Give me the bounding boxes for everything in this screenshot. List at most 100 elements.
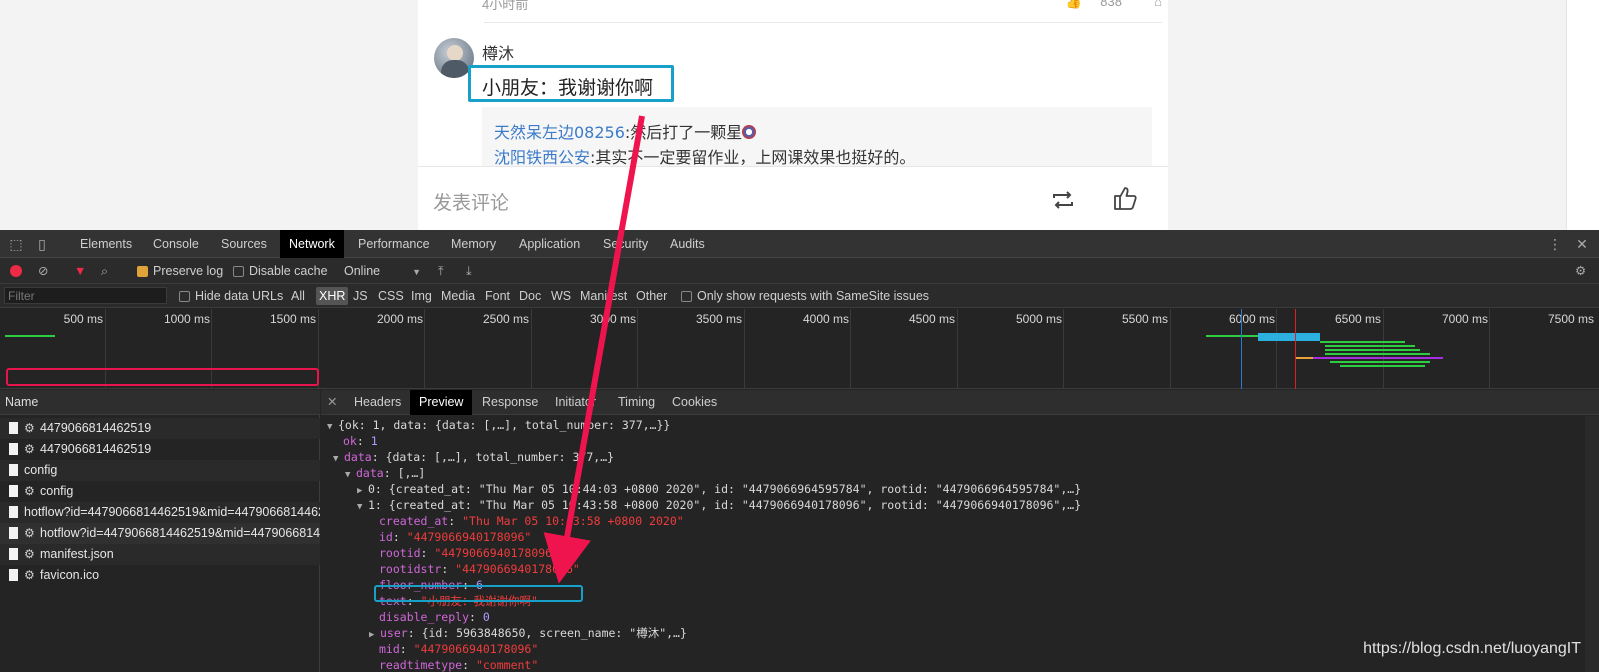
request-row[interactable]: ⚙ config: [0, 481, 320, 502]
tab-response[interactable]: Response: [482, 390, 538, 415]
replies-box: 天然呆左边08256:然后打了一颗星 沈阳铁西公安:其实不一定要留作业，上网课效…: [482, 107, 1152, 167]
tab-audits[interactable]: Audits: [670, 230, 705, 258]
timeline-gridline: [744, 309, 745, 389]
request-row[interactable]: hotflow?id=4479066814462519&mid=44790668…: [0, 502, 320, 523]
compose-comment-input[interactable]: 发表评论: [433, 188, 509, 215]
json-preview: ▼ {ok: 1, data: {data: [,…], total_number…: [321, 416, 1599, 672]
samesite-label: Only show requests with SameSite issues: [697, 289, 930, 303]
request-row[interactable]: ⚙ 4479066814462519: [0, 418, 320, 439]
filter-input[interactable]: [4, 287, 167, 304]
export-har-icon[interactable]: ⤓: [466, 258, 472, 284]
type-filter-other[interactable]: Other: [636, 284, 667, 308]
request-row-selected[interactable]: ⚙ hotflow?id=4479066814462519&mid=4479066…: [0, 523, 320, 544]
json-row[interactable]: ▼ 1: {created_at: "Thu Mar 05 10:43:58 +0…: [357, 497, 1081, 513]
samesite-checkbox[interactable]: Only show requests with SameSite issues: [681, 284, 929, 308]
name-column-header[interactable]: Name: [0, 390, 320, 415]
json-field: disable_reply: 0: [379, 610, 490, 624]
timeline-tick-label: 1000 ms: [163, 312, 210, 326]
close-icon[interactable]: ✕: [1574, 236, 1590, 252]
hide-data-urls-checkbox[interactable]: Hide data URLs: [179, 284, 283, 308]
comment-username[interactable]: 樽沐: [482, 40, 514, 64]
timeline-tick-label: 5500 ms: [1121, 312, 1168, 326]
waterfall-bar: [1330, 361, 1430, 363]
tab-cookies[interactable]: Cookies: [672, 390, 717, 415]
type-filter-css[interactable]: CSS: [378, 284, 404, 308]
reply-small-icon[interactable]: ⌂: [1154, 0, 1162, 9]
import-har-icon[interactable]: ⤒: [438, 258, 444, 284]
inspect-element-icon[interactable]: ⬚: [8, 236, 24, 252]
type-filter-all[interactable]: All: [291, 284, 305, 308]
json-row[interactable]: ▶ user: {id: 5963848650, screen_name: "樽沐…: [369, 625, 687, 641]
timeline-tick-label: 6000 ms: [1228, 312, 1275, 326]
filter-bar: Hide data URLs All XHR JS CSS Img Media …: [0, 284, 1599, 308]
close-detail-icon[interactable]: ✕: [327, 390, 337, 415]
tab-sources[interactable]: Sources: [221, 230, 267, 258]
clear-icon[interactable]: ⊘: [38, 258, 48, 284]
gear-icon: ⚙: [24, 547, 35, 561]
like-icon[interactable]: [1112, 185, 1138, 211]
tab-application[interactable]: Application: [519, 230, 580, 258]
json-row[interactable]: ▼ data: {data: [,…], total_number: 377,…}: [333, 449, 614, 465]
tab-memory[interactable]: Memory: [451, 230, 496, 258]
like-small-icon[interactable]: 👍: [1066, 0, 1082, 10]
request-row[interactable]: ⚙ 4479066814462519: [0, 439, 320, 460]
tab-preview[interactable]: Preview: [410, 390, 473, 415]
type-filter-xhr[interactable]: XHR: [316, 287, 349, 305]
preview-scrollbar[interactable]: [1585, 416, 1599, 672]
type-filter-doc[interactable]: Doc: [519, 284, 541, 308]
load-event-line: [1295, 309, 1296, 389]
type-filter-manifest[interactable]: Manifest: [580, 284, 627, 308]
tab-initiator[interactable]: Initiator: [555, 390, 596, 415]
request-row[interactable]: config: [0, 460, 320, 481]
timeline-tick-label: 2000 ms: [376, 312, 423, 326]
comment-text: 小朋友：我谢谢你啊: [482, 77, 654, 99]
watermark: https://blog.csdn.net/luoyangIT: [1363, 640, 1581, 657]
type-filter-media[interactable]: Media: [441, 284, 475, 308]
file-icon: [9, 485, 18, 497]
page-scrollbar[interactable]: [1566, 0, 1599, 230]
tab-performance[interactable]: Performance: [358, 230, 430, 258]
record-icon[interactable]: [10, 265, 22, 277]
gear-icon: ⚙: [24, 484, 35, 498]
reply-item: 沈阳铁西公安:其实不一定要留作业，上网课效果也挺好的。: [494, 144, 915, 168]
timeline-gridline: [1489, 309, 1490, 389]
type-filter-img[interactable]: Img: [411, 284, 432, 308]
timeline-gridline: [1063, 309, 1064, 389]
reply-user[interactable]: 天然呆左边08256: [494, 123, 625, 142]
request-row[interactable]: ⚙ favicon.ico: [0, 565, 320, 586]
reply-user[interactable]: 沈阳铁西公安: [494, 148, 590, 167]
json-row[interactable]: ▼ data: [,…]: [345, 465, 425, 481]
throttle-select[interactable]: Online ▼: [344, 258, 421, 284]
dom-content-loaded-line: [1241, 309, 1242, 389]
settings-gear-icon[interactable]: ⚙: [1575, 258, 1586, 284]
detail-tabbar: ✕ Headers Preview Response Initiator Tim…: [321, 390, 1599, 415]
filter-icon[interactable]: ▼: [74, 258, 86, 284]
timeline-tick-label: 2500 ms: [482, 312, 529, 326]
tab-security[interactable]: Security: [603, 230, 648, 258]
tab-headers[interactable]: Headers: [354, 390, 401, 415]
timeline-gridline: [1170, 309, 1171, 389]
preserve-log-checkbox[interactable]: Preserve log: [137, 258, 223, 284]
type-filter-js[interactable]: JS: [353, 284, 368, 308]
search-icon[interactable]: ⌕: [101, 258, 108, 284]
json-field: rootid: "4479066940178096": [379, 546, 560, 560]
request-row[interactable]: ⚙ manifest.json: [0, 544, 320, 565]
tab-console[interactable]: Console: [153, 230, 199, 258]
device-toolbar-icon[interactable]: ▯: [34, 236, 50, 252]
repost-icon[interactable]: [1050, 189, 1076, 211]
json-row[interactable]: ▼ {ok: 1, data: {data: [,…], total_number…: [327, 417, 670, 433]
json-row[interactable]: ▶ 0: {created_at: "Thu Mar 05 10:44:03 +0…: [357, 481, 1081, 497]
more-menu-icon[interactable]: ⋮: [1547, 236, 1563, 252]
tab-timing[interactable]: Timing: [618, 390, 655, 415]
tab-network[interactable]: Network: [280, 230, 344, 258]
request-detail: ✕ Headers Preview Response Initiator Tim…: [321, 390, 1599, 672]
type-filter-font[interactable]: Font: [485, 284, 510, 308]
timeline-tick-label: 3000 ms: [589, 312, 636, 326]
timeline-gridline: [957, 309, 958, 389]
disable-cache-checkbox[interactable]: Disable cache: [233, 258, 328, 284]
tab-elements[interactable]: Elements: [80, 230, 132, 258]
timeline-gridline: [531, 309, 532, 389]
file-icon: [9, 464, 18, 476]
type-filter-ws[interactable]: WS: [551, 284, 571, 308]
waterfall-bar: [1325, 345, 1415, 347]
